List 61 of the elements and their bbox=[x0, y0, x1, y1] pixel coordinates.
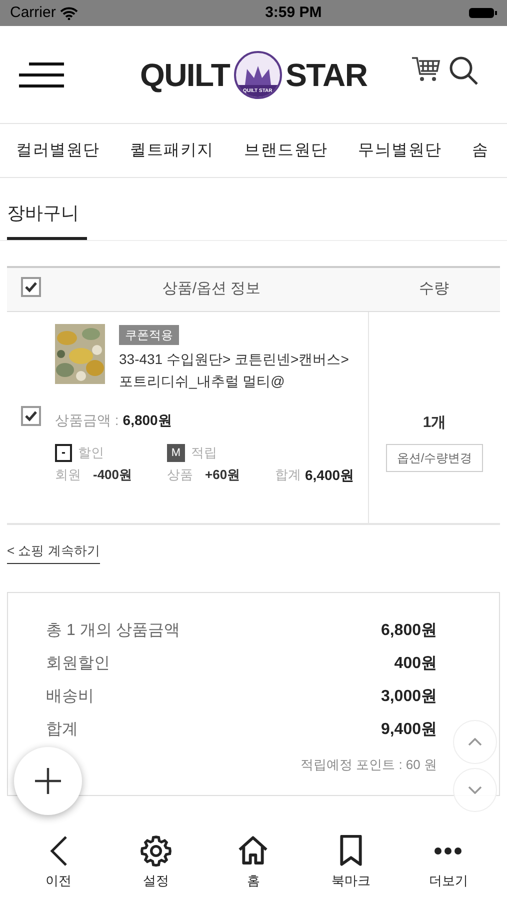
logo-text: STAR bbox=[286, 56, 368, 94]
check-icon bbox=[24, 280, 38, 294]
quantity-value: 1개 bbox=[422, 413, 446, 433]
points-title: 적립 bbox=[191, 444, 217, 462]
summary-label: 회원할인 bbox=[46, 654, 110, 674]
change-option-button[interactable]: 옵션/수량변경 bbox=[386, 444, 484, 472]
category-tab[interactable]: 퀼트패키지 bbox=[130, 138, 214, 162]
points-label: 상품 bbox=[167, 466, 193, 484]
points-note: 적립예정 포인트 : 60 원 bbox=[300, 756, 437, 774]
nav-button[interactable]: 설정 bbox=[121, 835, 192, 891]
settings-icon bbox=[140, 835, 172, 868]
category-tab[interactable]: 무늬별원단 bbox=[358, 138, 442, 162]
summary-value: 3,000원 bbox=[380, 687, 437, 707]
checkbox[interactable] bbox=[21, 277, 41, 297]
chevron-up-icon bbox=[468, 738, 482, 746]
home-icon bbox=[237, 835, 270, 868]
summary-label: 합계 bbox=[46, 720, 78, 740]
carrier-label: Carrier bbox=[10, 2, 56, 23]
total-value: 6,400원 bbox=[305, 466, 354, 485]
cart-icon[interactable] bbox=[411, 56, 441, 82]
continue-shopping-link[interactable]: < 쇼핑 계속하기 bbox=[7, 541, 100, 564]
menu-icon[interactable] bbox=[19, 60, 64, 88]
category-tab[interactable]: 컬러별원단 bbox=[16, 138, 100, 162]
status-time: 3:59 PM bbox=[265, 2, 322, 23]
summary-value: 400원 bbox=[394, 654, 437, 674]
points-icon: M bbox=[167, 444, 185, 462]
discount-label: 회원 bbox=[55, 466, 81, 484]
discount-value: -400원 bbox=[93, 466, 132, 484]
check-icon bbox=[24, 409, 38, 423]
category-tab[interactable]: 브랜드원단 bbox=[244, 138, 328, 162]
summary-value: 9,400원 bbox=[380, 720, 437, 740]
nav-button[interactable]: 더보기 bbox=[413, 835, 484, 891]
coupon-badge: 쿠폰적용 bbox=[119, 325, 179, 345]
total-label: 합계 bbox=[275, 466, 301, 484]
search-icon[interactable] bbox=[449, 56, 479, 86]
plus-icon bbox=[35, 768, 61, 794]
points-value: +60원 bbox=[205, 466, 240, 484]
nav-button[interactable]: 이전 bbox=[24, 835, 94, 891]
nav-button[interactable]: 북마크 bbox=[316, 835, 386, 891]
battery-icon bbox=[468, 7, 497, 19]
logo-text: QUILT bbox=[140, 56, 230, 94]
column-header: 상품/옵션 정보 bbox=[161, 279, 262, 300]
more-icon bbox=[434, 846, 462, 856]
summary-label: 총 1 개의 상품금액 bbox=[46, 621, 180, 641]
back-chevron-icon bbox=[48, 835, 70, 868]
summary-value: 6,800원 bbox=[380, 621, 437, 641]
nav-button[interactable]: 홈 bbox=[218, 835, 288, 891]
column-header: 수량 bbox=[418, 279, 450, 300]
discount-title: 할인 bbox=[78, 444, 104, 462]
wifi-icon bbox=[60, 6, 78, 20]
chevron-down-icon bbox=[468, 786, 482, 794]
crown-icon bbox=[242, 64, 273, 84]
discount-icon: - bbox=[55, 444, 72, 462]
price-value: 6,800원 bbox=[122, 411, 172, 430]
checkbox[interactable] bbox=[21, 406, 41, 426]
category-tab[interactable]: 솜 bbox=[472, 138, 489, 162]
price-label: 상품금액 : bbox=[55, 411, 119, 430]
product-name[interactable]: 33-431 수입원단> 코튼린넨>캔버스>포트리디쉬_내추럴 멀티@ bbox=[119, 348, 349, 392]
page-title-tab[interactable]: 장바구니 bbox=[7, 200, 87, 240]
summary-label: 배송비 bbox=[46, 687, 94, 707]
add-fab[interactable] bbox=[14, 747, 82, 815]
